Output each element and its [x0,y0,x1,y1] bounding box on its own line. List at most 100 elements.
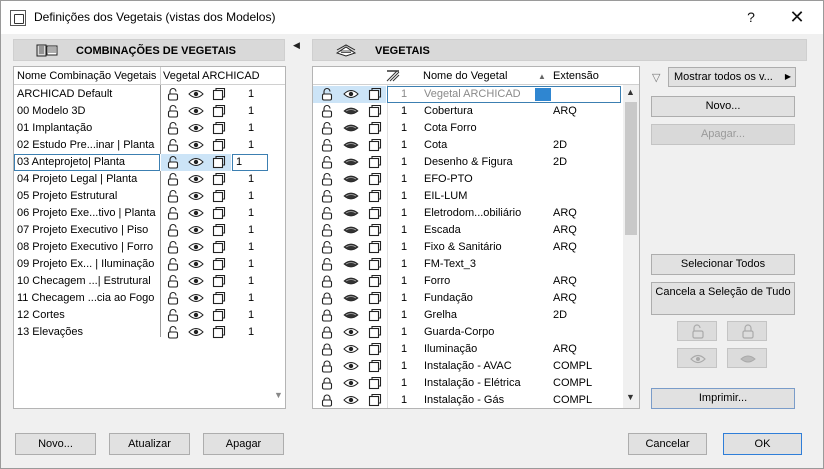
lock-icon[interactable] [320,274,334,288]
unlock-icon[interactable] [166,155,180,169]
unlock-icon[interactable] [320,121,334,135]
wireframe-icon[interactable] [368,291,382,305]
wireframe-icon[interactable] [212,257,226,271]
combination-row[interactable]: ARCHICAD Default 1 [14,86,285,103]
pen-set-icon[interactable] [386,70,400,82]
lock-icon[interactable] [320,308,334,322]
eye-open-icon[interactable] [188,138,204,152]
eye-open-icon[interactable] [188,104,204,118]
eye-open-icon[interactable] [188,257,204,271]
new-layer-button[interactable]: Novo... [651,96,795,117]
eye-open-icon[interactable] [188,291,204,305]
layer-row[interactable]: 1 Grelha 2D [313,307,623,324]
wireframe-icon[interactable] [368,172,382,186]
unlock-icon[interactable] [320,240,334,254]
eye-closed-icon[interactable] [343,257,359,271]
eye-open-icon[interactable] [188,223,204,237]
layer-row[interactable]: 1 Guarda-Corpo [313,324,623,341]
new-combination-button[interactable]: Novo... [15,433,96,455]
combination-row[interactable]: 04 Projeto Legal | Planta 1 [14,171,285,188]
eye-closed-icon[interactable] [343,189,359,203]
unlock-icon[interactable] [166,206,180,220]
update-combination-button[interactable]: Atualizar [109,433,190,455]
eye-open-icon[interactable] [188,155,204,169]
wireframe-icon[interactable] [212,308,226,322]
eye-closed-icon[interactable] [343,206,359,220]
unlock-icon[interactable] [166,325,180,339]
wireframe-icon[interactable] [368,376,382,390]
unlock-icon[interactable] [166,189,180,203]
unlock-icon[interactable] [166,87,180,101]
collapse-left-icon[interactable]: ◀ [293,40,300,51]
wireframe-icon[interactable] [368,138,382,152]
layer-row[interactable]: 1 Vegetal ARCHICAD [313,86,623,103]
eye-closed-icon[interactable] [343,155,359,169]
unlock-icon[interactable] [320,189,334,203]
wireframe-icon[interactable] [368,189,382,203]
eye-closed-icon[interactable] [343,308,359,322]
combination-row[interactable]: 12 Cortes 1 [14,307,285,324]
layer-row[interactable]: 1 FM-Text_3 [313,256,623,273]
layer-row[interactable]: 1 Cota Forro [313,120,623,137]
unlock-icon[interactable] [320,223,334,237]
layer-row[interactable]: 1 Instalação - AVAC COMPL [313,358,623,375]
wireframe-icon[interactable] [212,206,226,220]
lock-icon[interactable] [320,325,334,339]
unlock-icon[interactable] [166,172,180,186]
hide-button[interactable] [727,348,767,368]
combination-row[interactable]: 03 Anteprojeto| Planta 1 [14,154,285,171]
lock-icon[interactable] [320,393,334,407]
unlock-icon[interactable] [166,223,180,237]
column-header-layer-name[interactable]: Nome do Vegetal [423,70,507,82]
eye-open-icon[interactable] [188,274,204,288]
wireframe-icon[interactable] [368,393,382,407]
unlock-icon[interactable] [166,121,180,135]
column-header-layer[interactable]: Vegetal ARCHICAD [163,70,260,82]
wireframe-icon[interactable] [368,257,382,271]
layer-row[interactable]: 1 Eletrodom...obiliário ARQ [313,205,623,222]
unlock-icon[interactable] [166,291,180,305]
layer-row[interactable]: 1 Instalação - Gás COMPL [313,392,623,408]
lock-button[interactable] [727,321,767,341]
eye-open-icon[interactable] [188,325,204,339]
eye-closed-icon[interactable] [343,291,359,305]
wireframe-icon[interactable] [212,121,226,135]
unlock-icon[interactable] [166,240,180,254]
wireframe-icon[interactable] [212,155,226,169]
column-header-extension[interactable]: Extensão [553,70,599,82]
combination-row[interactable]: 08 Projeto Executivo | Forro 1 [14,239,285,256]
layer-row[interactable]: 1 Iluminação ARQ [313,341,623,358]
scroll-up-icon[interactable]: ▲ [626,87,635,97]
wireframe-icon[interactable] [368,104,382,118]
eye-open-icon[interactable] [188,87,204,101]
ok-button[interactable]: OK [723,433,802,455]
wireframe-icon[interactable] [368,155,382,169]
layer-row[interactable]: 1 Cota 2D [313,137,623,154]
eye-closed-icon[interactable] [343,104,359,118]
layer-combinations-list[interactable]: Nome Combinação Vegetais Vegetal ARCHICA… [13,66,286,409]
scroll-down-icon[interactable]: ▼ [274,390,283,400]
layer-row[interactable]: 1 Forro ARQ [313,273,623,290]
eye-closed-icon[interactable] [343,240,359,254]
wireframe-icon[interactable] [368,206,382,220]
show-filter-dropdown[interactable]: Mostrar todos os v... ▶ [668,67,796,87]
unlock-icon[interactable] [320,87,334,101]
unlock-icon[interactable] [320,206,334,220]
combination-row[interactable]: 07 Projeto Executivo | Piso 1 [14,222,285,239]
combination-row[interactable]: 02 Estudo Pre...inar | Planta 1 [14,137,285,154]
unlock-icon[interactable] [166,274,180,288]
eye-open-icon[interactable] [343,376,359,390]
eye-open-icon[interactable] [188,240,204,254]
wireframe-icon[interactable] [368,342,382,356]
delete-layer-button[interactable]: Apagar... [651,124,795,145]
column-header-combination-name[interactable]: Nome Combinação Vegetais [17,70,156,82]
wireframe-icon[interactable] [368,240,382,254]
cancel-button[interactable]: Cancelar [628,433,707,455]
eye-closed-icon[interactable] [343,172,359,186]
eye-open-icon[interactable] [188,121,204,135]
layer-row[interactable]: 1 EIL-LUM [313,188,623,205]
layer-row[interactable]: 1 Escada ARQ [313,222,623,239]
wireframe-icon[interactable] [212,291,226,305]
lock-icon[interactable] [320,376,334,390]
eye-open-icon[interactable] [343,393,359,407]
